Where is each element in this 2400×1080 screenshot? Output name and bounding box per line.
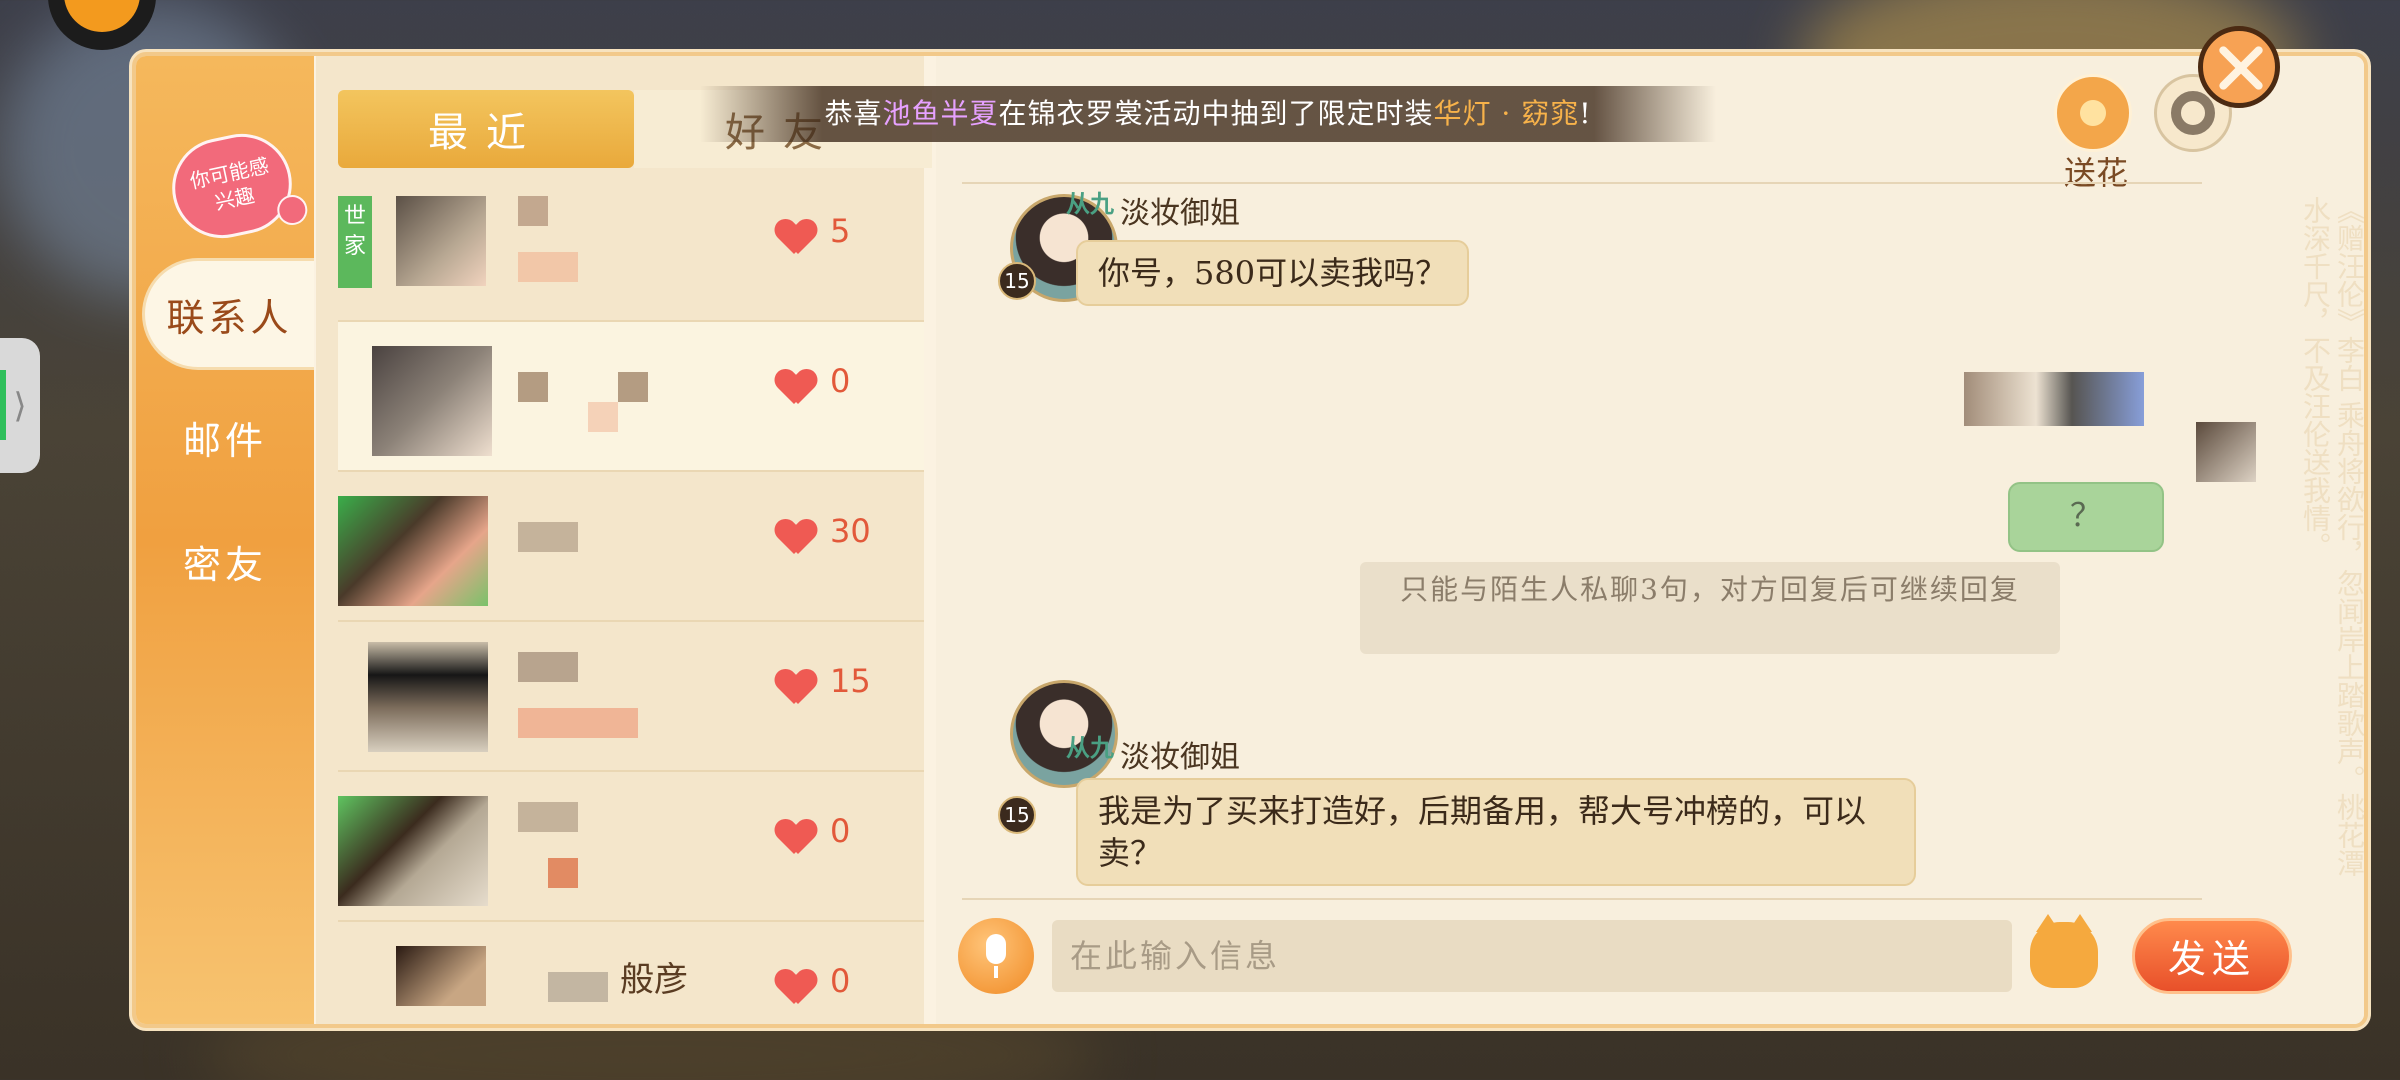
name-mosaic	[588, 402, 618, 432]
my-avatar[interactable]	[2196, 422, 2256, 482]
system-announcement: 恭喜池鱼半夏在锦衣罗裳活动中抽到了限定时装华灯 · 窈窕!	[700, 86, 1716, 142]
left-nav-rail: 你可能感兴趣 联系人 邮件 密友	[136, 56, 314, 1024]
nav-close-friends[interactable]: 密友	[136, 534, 314, 589]
rank-badge: 从九	[1066, 733, 1114, 762]
name-mosaic	[518, 652, 578, 682]
heart-icon	[776, 220, 816, 260]
announcement-middle: 在锦衣罗裳活动中抽到了限定时装	[998, 97, 1434, 130]
message-bubble: 我是为了买来打造好，后期备用，帮大号冲榜的，可以卖？	[1076, 778, 1916, 886]
poem-watermark: 《赠汪伦》李白 乘舟将欲行，忽闻岸上踏歌声。桃花潭水深千尺，不及汪伦送我情。	[2299, 196, 2366, 877]
intimacy-count: 0	[830, 962, 851, 1000]
name-mosaic	[518, 252, 578, 282]
nav-mail-label: 邮件	[182, 419, 267, 463]
emoji-button[interactable]	[2030, 914, 2098, 988]
family-tag: 世家	[338, 196, 372, 288]
avatar	[396, 946, 486, 1006]
heart-icon	[776, 520, 816, 560]
name-mosaic	[548, 972, 608, 1002]
nav-mail[interactable]: 邮件	[136, 410, 314, 465]
contact-row[interactable]: 般彦 0	[338, 922, 924, 1024]
divider	[962, 898, 2202, 900]
message-input[interactable]: 在此输入信息	[1052, 920, 2012, 992]
name-mosaic	[618, 372, 648, 402]
my-avatar	[1964, 372, 2144, 426]
name-mosaic	[518, 372, 548, 402]
heart-icon	[776, 670, 816, 710]
name-mosaic	[518, 196, 548, 226]
my-message-bubble: ？	[2008, 482, 2164, 552]
voice-input-button[interactable]	[958, 918, 1034, 994]
tab-recent[interactable]: 最近	[338, 90, 634, 168]
contact-row[interactable]: 15	[338, 622, 924, 772]
nav-close-friends-label: 密友	[182, 543, 267, 587]
contact-row[interactable]: 0	[338, 772, 924, 922]
announcement-suffix: !	[1579, 97, 1592, 130]
intimacy-count: 0	[830, 812, 851, 850]
social-panel: 你可能感兴趣 联系人 邮件 密友 最近 好友 世家 5	[132, 52, 2368, 1028]
avatar	[372, 346, 492, 456]
name-mosaic	[548, 858, 578, 888]
message-bubble: 你号，580可以卖我吗？	[1076, 240, 1470, 306]
name-mosaic	[518, 522, 578, 552]
heart-icon	[776, 970, 816, 1010]
chat-area: 《赠汪伦》李白 乘舟将欲行，忽闻岸上踏歌声。桃花潭水深千尺，不及汪伦送我情。 送…	[936, 56, 2366, 1024]
avatar	[338, 796, 488, 906]
send-flower-label: 送花	[2064, 154, 2129, 192]
avatar	[338, 496, 488, 606]
intimacy-count: 5	[830, 212, 851, 250]
stranger-chat-notice: 只能与陌生人私聊3句，对方回复后可继续回复	[1360, 562, 2060, 654]
microphone-icon	[986, 934, 1006, 964]
nav-contacts-label: 联系人	[166, 295, 293, 340]
announcement-item: 华灯 · 窈窕	[1433, 97, 1580, 130]
sender-name: 淡妆御姐	[1120, 196, 1240, 231]
gear-icon	[2171, 91, 2215, 135]
avatar	[368, 642, 488, 752]
divider	[962, 182, 2202, 184]
chevron-right-icon: ⟩	[13, 385, 27, 426]
send-button[interactable]: 发送	[2132, 918, 2292, 994]
badge-label: 你可能感兴趣	[187, 153, 271, 215]
intimacy-count: 15	[830, 662, 871, 700]
may-interest-badge[interactable]: 你可能感兴趣	[162, 124, 311, 248]
name-mosaic	[518, 802, 578, 832]
intimacy-count: 0	[830, 362, 851, 400]
sender-name: 淡妆御姐	[1120, 740, 1240, 775]
announcement-player: 池鱼半夏	[882, 97, 999, 130]
name-mosaic	[518, 708, 638, 738]
close-button[interactable]	[2198, 26, 2280, 108]
announcement-prefix: 恭喜	[824, 97, 883, 130]
contact-list-column: 最近 好友 世家 5 0 30	[316, 56, 932, 1024]
contact-name: 般彦	[620, 960, 688, 1000]
contact-row[interactable]: 0	[338, 322, 924, 472]
heart-icon	[776, 820, 816, 860]
rank-badge: 从九	[1066, 189, 1114, 218]
side-drawer-handle[interactable]: ⟩	[0, 338, 40, 473]
level-badge: 15	[998, 796, 1036, 834]
intimacy-count: 30	[830, 512, 871, 550]
level-badge: 15	[998, 262, 1036, 300]
avatar	[396, 196, 486, 286]
tab-recent-label: 最近	[428, 110, 544, 156]
contact-row[interactable]: 30	[338, 472, 924, 622]
heart-icon	[776, 370, 816, 410]
send-flower-button[interactable]	[2054, 74, 2132, 152]
nav-contacts[interactable]: 联系人	[142, 258, 314, 370]
contact-row[interactable]: 世家 5	[338, 172, 924, 322]
